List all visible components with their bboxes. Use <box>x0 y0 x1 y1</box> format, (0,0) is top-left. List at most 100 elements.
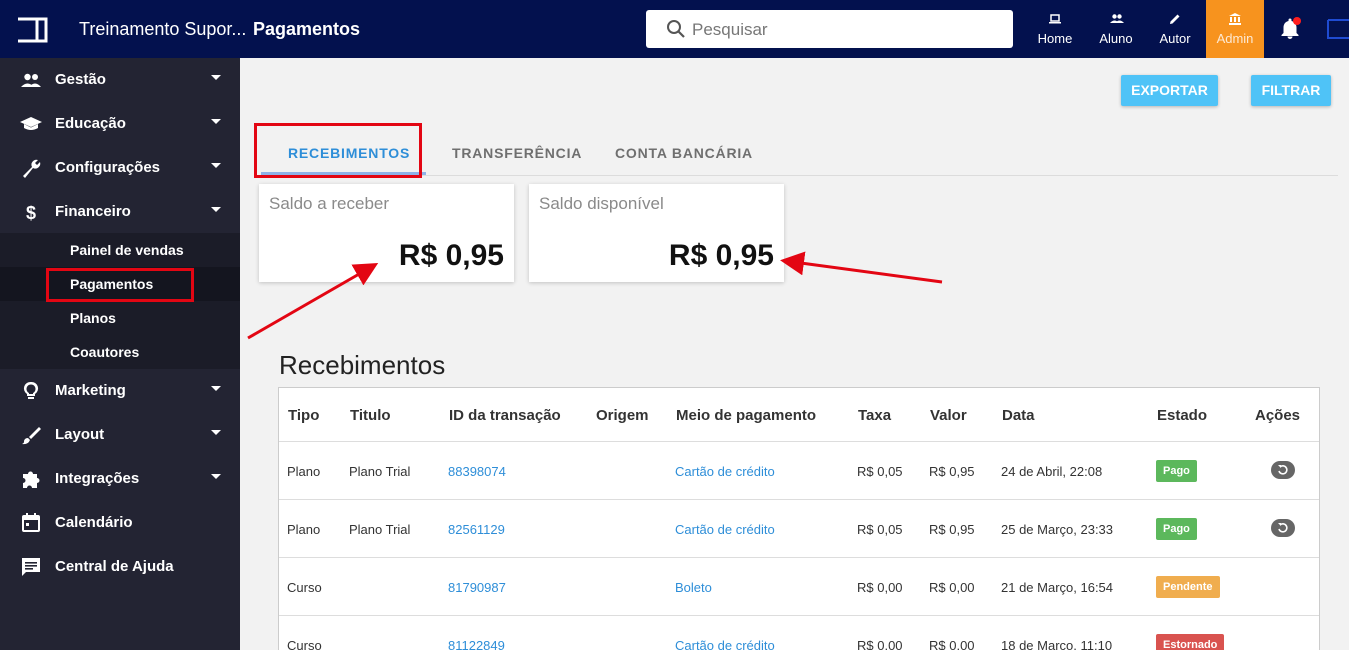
sidebar-item-calendario[interactable]: Calendário <box>0 501 240 545</box>
nav-home[interactable]: Home <box>1026 0 1084 58</box>
undo-icon <box>1278 465 1288 475</box>
cell-tipo: Curso <box>287 580 322 595</box>
sidebar-item-label: Configurações <box>55 159 161 176</box>
table-row: Curso 81790987 Boleto R$ 0,00 R$ 0,00 21… <box>279 557 1319 615</box>
caret-down-icon <box>211 430 221 435</box>
sidebar-item-central-de-ajuda[interactable]: Central de Ajuda <box>0 545 240 589</box>
nav-autor-label: Autor <box>1159 31 1191 46</box>
card-saldo-a-receber: Saldo a receber R$ 0,95 <box>259 184 514 282</box>
section-title: Recebimentos <box>279 350 446 380</box>
caret-down-icon <box>211 119 221 124</box>
search-icon <box>667 20 685 38</box>
partial-logo-icon <box>1327 19 1349 39</box>
sidebar-item-layout[interactable]: Layout <box>0 413 240 457</box>
graduation-cap-icon <box>20 117 42 130</box>
sidebar-item-label: Gestão <box>55 71 106 88</box>
nav-admin[interactable]: Admin <box>1206 0 1264 58</box>
submenu-item-label: Coautores <box>70 344 140 360</box>
sidebar-item-label: Educação <box>55 115 126 132</box>
page-title: Pagamentos <box>253 19 361 39</box>
app-title[interactable]: Treinamento Supor... <box>79 19 246 40</box>
cell-tipo: Plano <box>287 522 321 537</box>
logo-icon[interactable] <box>16 17 48 43</box>
filter-button[interactable]: FILTRAR <box>1251 75 1331 106</box>
people-icon <box>21 73 41 87</box>
cell-taxa: R$ 0,00 <box>857 638 903 650</box>
cell-valor: R$ 0,95 <box>929 522 975 537</box>
refund-button[interactable] <box>1271 461 1295 479</box>
status-badge: Pago <box>1156 518 1197 540</box>
column-header-estado[interactable]: Estado <box>1157 407 1207 424</box>
nav-autor[interactable]: Autor <box>1146 0 1204 58</box>
lightbulb-icon <box>23 381 39 399</box>
column-header-valor[interactable]: Valor <box>930 407 967 424</box>
tab-conta-bancaria[interactable]: CONTA BANCÁRIA <box>615 145 753 161</box>
cell-taxa: R$ 0,05 <box>857 464 903 479</box>
cell-taxa: R$ 0,00 <box>857 580 903 595</box>
sidebar-item-marketing[interactable]: Marketing <box>0 369 240 413</box>
submenu-item-coautores[interactable]: Coautores <box>0 335 240 369</box>
card-value: R$ 0,95 <box>668 239 774 272</box>
column-header-titulo[interactable]: Titulo <box>350 407 391 424</box>
search-input[interactable] <box>692 17 992 43</box>
caret-down-icon <box>211 75 221 80</box>
puzzle-icon <box>23 471 40 488</box>
sidebar-item-gestao[interactable]: Gestão <box>0 58 240 102</box>
caret-down-icon <box>211 386 221 391</box>
submenu-item-planos[interactable]: Planos <box>0 301 240 335</box>
column-header-origem[interactable]: Origem <box>596 407 649 424</box>
sidebar-item-educacao[interactable]: Educação <box>0 102 240 146</box>
cell-titulo: Plano Trial <box>349 522 411 537</box>
cell-tipo: Curso <box>287 638 322 650</box>
cell-transaction-id-link[interactable]: 88398074 <box>448 464 506 479</box>
column-header-tipo[interactable]: Tipo <box>288 407 319 424</box>
notification-dot <box>1293 17 1301 25</box>
cell-data: 21 de Março, 16:54 <box>1001 580 1114 595</box>
cell-meio-link[interactable]: Cartão de crédito <box>675 464 775 479</box>
cell-meio-link[interactable]: Boleto <box>675 580 712 595</box>
nav-aluno[interactable]: Aluno <box>1087 0 1145 58</box>
sidebar-item-integracoes[interactable]: Integrações <box>0 457 240 501</box>
submenu-item-painel-de-vendas[interactable]: Painel de vendas <box>0 233 240 267</box>
sidebar-item-financeiro[interactable]: $ Financeiro <box>0 190 240 234</box>
column-header-id[interactable]: ID da transação <box>449 407 561 424</box>
calendar-icon <box>22 513 40 532</box>
status-badge: Pendente <box>1156 576 1220 598</box>
pencil-icon <box>1170 14 1180 24</box>
cell-data: 18 de Março, 11:10 <box>1001 638 1113 650</box>
cell-data: 25 de Março, 23:33 <box>1001 522 1114 537</box>
cell-transaction-id-link[interactable]: 81122849 <box>448 638 505 650</box>
card-saldo-disponivel: Saldo disponível R$ 0,95 <box>529 184 784 282</box>
card-title: Saldo a receber <box>269 194 390 213</box>
cell-transaction-id-link[interactable]: 81790987 <box>448 580 506 595</box>
sidebar-item-label: Financeiro <box>55 203 131 220</box>
people-icon <box>1110 14 1124 23</box>
refund-button[interactable] <box>1271 519 1295 537</box>
cell-valor: R$ 0,00 <box>929 638 975 650</box>
svg-text:$: $ <box>26 203 36 223</box>
sidebar-item-configuracoes[interactable]: Configurações <box>0 146 240 190</box>
cell-transaction-id-link[interactable]: 82561129 <box>448 522 505 537</box>
top-bar: Treinamento Supor... Pagamentos Home Alu… <box>0 0 1349 58</box>
cell-titulo: Plano Trial <box>349 464 411 479</box>
search-box[interactable] <box>646 10 1013 48</box>
cell-meio-link[interactable]: Cartão de crédito <box>675 522 775 537</box>
column-header-meio[interactable]: Meio de pagamento <box>676 407 816 424</box>
tab-transferencia[interactable]: TRANSFERÊNCIA <box>452 145 582 161</box>
export-button[interactable]: EXPORTAR <box>1121 75 1218 106</box>
sidebar-item-label: Marketing <box>55 382 126 399</box>
cell-meio-link[interactable]: Cartão de crédito <box>675 638 775 650</box>
wrench-icon <box>23 159 41 178</box>
dollar-icon: $ <box>26 203 36 223</box>
table-row: Plano Plano Trial 88398074 Cartão de cré… <box>279 441 1319 499</box>
sidebar-item-label: Calendário <box>55 514 133 531</box>
column-header-acoes: Ações <box>1255 407 1301 424</box>
caret-down-icon <box>211 207 221 212</box>
column-header-taxa[interactable]: Taxa <box>858 407 891 424</box>
receipts-table: Tipo Titulo ID da transação Origem Meio … <box>278 387 1320 650</box>
cell-data: 24 de Abril, 22:08 <box>1001 464 1103 479</box>
column-header-data[interactable]: Data <box>1002 407 1035 424</box>
cell-tipo: Plano <box>287 464 321 479</box>
table-row: Plano Plano Trial 82561129 Cartão de cré… <box>279 499 1319 557</box>
undo-icon <box>1278 523 1288 533</box>
